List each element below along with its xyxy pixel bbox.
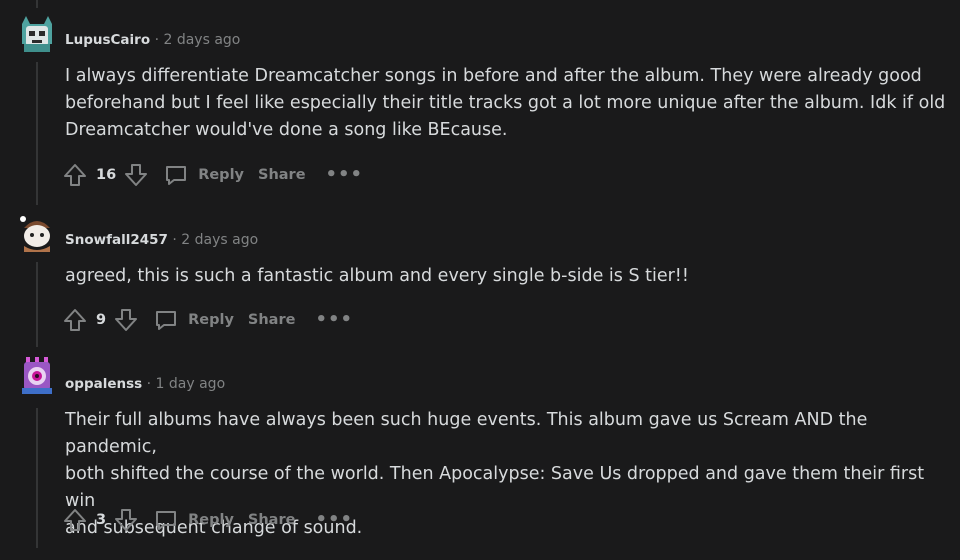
comment-actions: 9 Reply Share ••• xyxy=(62,305,353,335)
comment-actions: 16 Reply Share ••• xyxy=(62,160,363,190)
author-name[interactable]: Snowfall2457 xyxy=(65,232,168,248)
chat-bubble-icon xyxy=(166,166,187,185)
vote-score: 3 xyxy=(96,512,107,528)
more-options-icon[interactable]: ••• xyxy=(315,511,353,529)
chat-bubble-icon xyxy=(156,311,177,330)
downvote-icon[interactable] xyxy=(123,162,149,188)
avatar[interactable] xyxy=(18,356,56,394)
comment-body: I always differentiate Dreamcatcher song… xyxy=(65,66,946,140)
upvote-icon[interactable] xyxy=(62,162,88,188)
share-label: Share xyxy=(247,312,296,328)
author-name[interactable]: LupusCairo xyxy=(65,32,150,48)
chat-bubble-icon xyxy=(156,511,177,530)
meta-separator: · xyxy=(146,376,152,392)
avatar[interactable] xyxy=(18,214,56,252)
meta-separator: · xyxy=(172,232,177,248)
share-button[interactable]: Share xyxy=(248,512,296,528)
reply-label: Reply xyxy=(198,167,244,183)
comment-meta: Snowfall2457 · 2 days ago xyxy=(65,232,258,248)
reply-button[interactable]: Reply xyxy=(153,507,234,533)
comment-body: agreed, this is such a fantastic album a… xyxy=(65,266,689,286)
share-button[interactable]: Share xyxy=(258,167,306,183)
more-options-icon[interactable]: ••• xyxy=(315,311,353,329)
avatar[interactable] xyxy=(18,14,56,52)
timestamp[interactable]: 2 days ago xyxy=(181,232,258,248)
thread-line[interactable] xyxy=(36,262,38,347)
upvote-icon[interactable] xyxy=(62,507,88,533)
author-name[interactable]: oppalenss xyxy=(65,376,142,392)
share-label: Share xyxy=(258,167,306,183)
vote-score: 16 xyxy=(96,167,117,183)
timestamp[interactable]: 2 days ago xyxy=(163,32,240,48)
reply-button[interactable]: Reply xyxy=(163,162,244,188)
reply-button[interactable]: Reply xyxy=(153,307,234,333)
comment-actions: 3 Reply Share ••• xyxy=(62,505,353,535)
share-label: Share xyxy=(247,512,296,528)
comment-meta: oppalenss · 1 day ago xyxy=(65,376,225,392)
thread-line[interactable] xyxy=(36,408,38,548)
thread-line[interactable] xyxy=(36,62,38,205)
upvote-icon[interactable] xyxy=(62,307,88,333)
comment-thread: LupusCairo · 2 days ago I always differe… xyxy=(0,0,960,560)
comment-meta: LupusCairo · 2 days ago xyxy=(65,32,240,48)
timestamp[interactable]: 1 day ago xyxy=(156,376,226,392)
share-button[interactable]: Share xyxy=(248,312,296,328)
more-options-icon[interactable]: ••• xyxy=(326,166,364,184)
downvote-icon[interactable] xyxy=(113,307,139,333)
vote-score: 9 xyxy=(96,312,107,328)
meta-separator: · xyxy=(154,32,160,48)
thread-line[interactable] xyxy=(36,0,38,8)
downvote-icon[interactable] xyxy=(113,507,139,533)
reply-label: Reply xyxy=(188,512,234,528)
reply-label: Reply xyxy=(188,312,234,328)
